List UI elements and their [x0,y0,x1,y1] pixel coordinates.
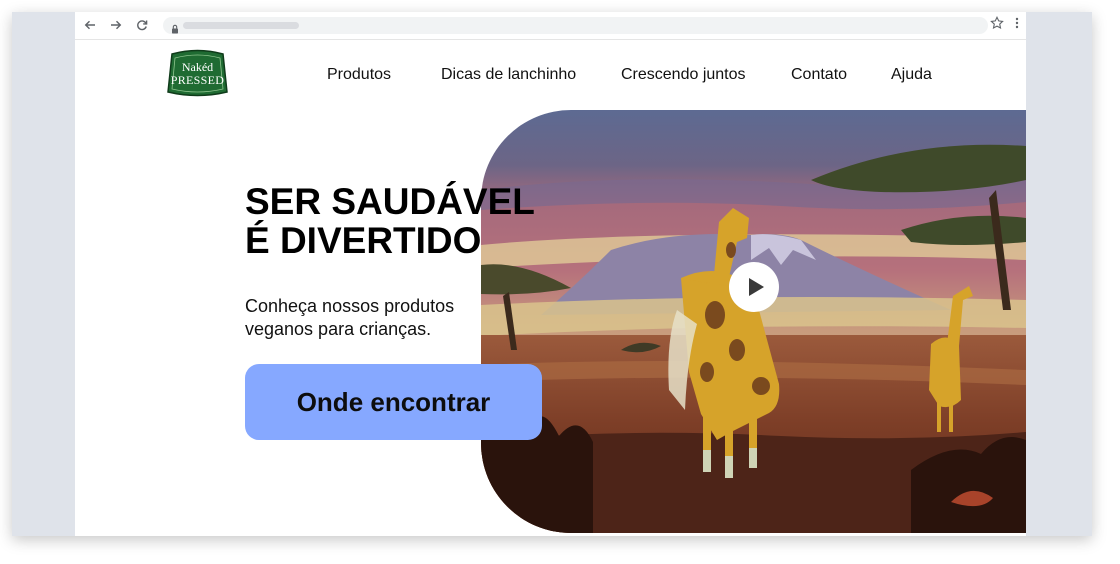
reload-icon[interactable] [133,16,151,34]
address-bar[interactable] [163,17,988,34]
hero-subtitle: Conheça nossos produtos veganos para cri… [245,295,454,341]
browser-window: Nakéd PRESSED Produtos Dicas de lanchinh… [75,12,1026,536]
cta-onde-encontrar-button[interactable]: Onde encontrar [245,364,542,440]
star-icon[interactable] [990,16,1004,35]
hero-title-line-1: SER SAUDÁVEL [245,181,535,222]
nav-ajuda[interactable]: Ajuda [891,66,932,84]
forward-icon[interactable] [107,16,125,34]
nav-contato[interactable]: Contato [791,66,847,84]
savanna-illustration [481,110,1026,533]
hero-title-line-2: É DIVERTIDO [245,220,482,261]
browser-toolbar [75,12,1026,40]
back-icon[interactable] [81,16,99,34]
hero-video[interactable] [481,110,1026,533]
hero-subtitle-line-2: veganos para crianças. [245,319,432,339]
kebab-menu-icon[interactable] [1014,16,1020,35]
nav-crescendo-juntos[interactable]: Crescendo juntos [621,66,746,84]
play-icon [748,278,764,296]
lock-icon [171,21,179,39]
logo[interactable]: Nakéd PRESSED [166,49,229,97]
hero-title: SER SAUDÁVEL É DIVERTIDO [245,182,535,260]
logo-text-pressed: PRESSED [170,73,225,87]
screenshot-frame: Nakéd PRESSED Produtos Dicas de lanchinh… [12,12,1092,536]
nav-dicas-de-lanchinho[interactable]: Dicas de lanchinho [441,66,576,84]
play-button[interactable] [729,262,779,312]
nav-produtos[interactable]: Produtos [327,66,391,84]
site-header: Nakéd PRESSED Produtos Dicas de lanchinh… [75,40,1026,108]
url-placeholder-bar [183,22,299,29]
hero-subtitle-line-1: Conheça nossos produtos [245,296,455,316]
